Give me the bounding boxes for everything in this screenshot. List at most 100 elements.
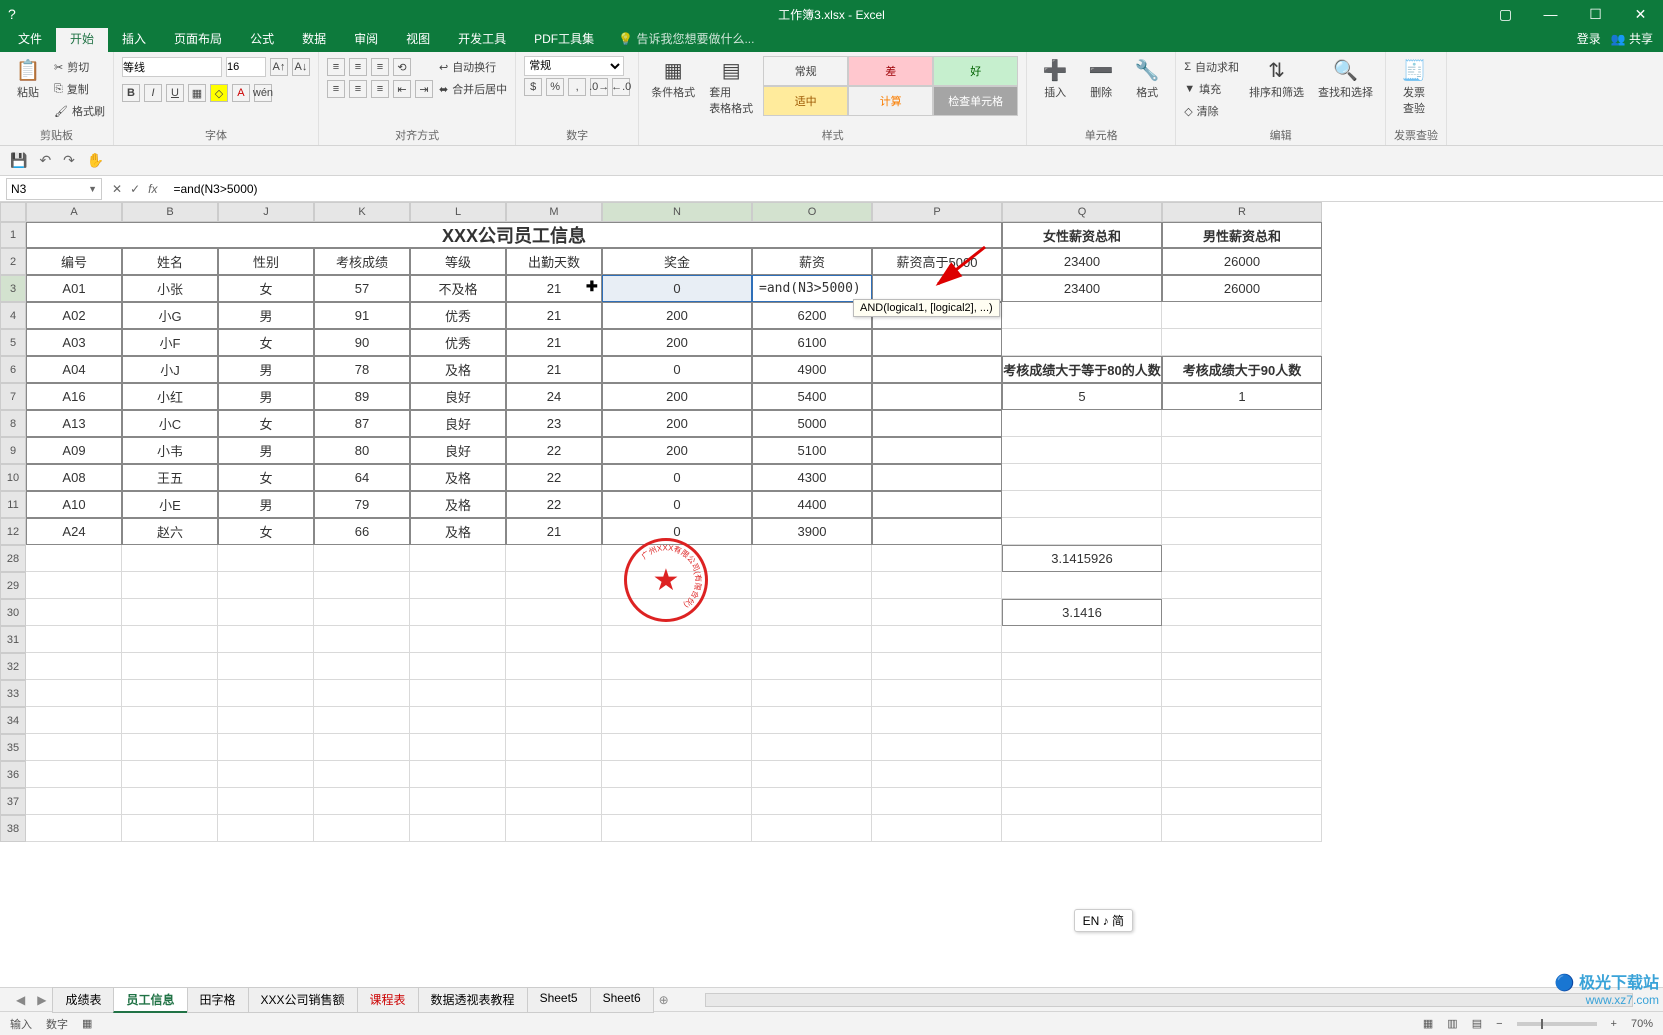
row-header-5[interactable]: 5 [0, 329, 26, 356]
horizontal-scrollbar[interactable] [705, 993, 1633, 1007]
cell-A4[interactable]: A02 [26, 302, 122, 329]
cell-P36[interactable] [872, 761, 1002, 788]
italic-icon[interactable]: I [144, 84, 162, 102]
zoom-level[interactable]: 70% [1631, 1018, 1653, 1030]
style-normal[interactable]: 常规 [763, 56, 848, 86]
border-icon[interactable]: ▦ [188, 84, 206, 102]
cell-J7[interactable]: 男 [218, 383, 314, 410]
indent-left-icon[interactable]: ⇤ [393, 80, 411, 98]
cell-L35[interactable] [410, 734, 506, 761]
cell-L2[interactable]: 等级 [410, 248, 506, 275]
cell-R34[interactable] [1162, 707, 1322, 734]
align-bottom-icon[interactable]: ≡ [371, 58, 389, 76]
cell-N35[interactable] [602, 734, 752, 761]
cell-O38[interactable] [752, 815, 872, 842]
cell-J34[interactable] [218, 707, 314, 734]
format-cells-button[interactable]: 🔧格式 [1127, 56, 1167, 102]
cell-J35[interactable] [218, 734, 314, 761]
name-box[interactable]: N3▼ [6, 178, 102, 200]
tab-data[interactable]: 数据 [288, 25, 340, 52]
cell-P33[interactable] [872, 680, 1002, 707]
cell-N33[interactable] [602, 680, 752, 707]
cell-K4[interactable]: 91 [314, 302, 410, 329]
cell-L11[interactable]: 及格 [410, 491, 506, 518]
row-header-35[interactable]: 35 [0, 734, 26, 761]
cell-J29[interactable] [218, 572, 314, 599]
cell-O7[interactable]: 5400 [752, 383, 872, 410]
cell-K7[interactable]: 89 [314, 383, 410, 410]
cell-R4[interactable] [1162, 302, 1322, 329]
inc-decimal-icon[interactable]: .0→ [590, 78, 608, 96]
cell-L33[interactable] [410, 680, 506, 707]
spreadsheet-grid[interactable]: ABJKLMNOPQR1XXX公司员工信息女性薪资总和男性薪资总和2编号姓名性别… [0, 202, 1663, 987]
cell-M37[interactable] [506, 788, 602, 815]
cell-M38[interactable] [506, 815, 602, 842]
cell-N10[interactable]: 0 [602, 464, 752, 491]
cancel-formula-icon[interactable]: ✕ [112, 182, 122, 196]
cell-L4[interactable]: 优秀 [410, 302, 506, 329]
cell-O35[interactable] [752, 734, 872, 761]
cell-K9[interactable]: 80 [314, 437, 410, 464]
cell-J11[interactable]: 男 [218, 491, 314, 518]
align-top-icon[interactable]: ≡ [327, 58, 345, 76]
cell-J28[interactable] [218, 545, 314, 572]
cell-N3[interactable]: 0 [602, 275, 752, 302]
cell-A7[interactable]: A16 [26, 383, 122, 410]
cell-M29[interactable] [506, 572, 602, 599]
row-header-9[interactable]: 9 [0, 437, 26, 464]
sheet-tab-4[interactable]: 课程表 [357, 987, 419, 1013]
cell-B3[interactable]: 小张 [122, 275, 218, 302]
cell-P32[interactable] [872, 653, 1002, 680]
cell-L10[interactable]: 及格 [410, 464, 506, 491]
cell-N2[interactable]: 奖金 [602, 248, 752, 275]
cell-R32[interactable] [1162, 653, 1322, 680]
cell-N38[interactable] [602, 815, 752, 842]
copy-button[interactable]: ⎘ 复制 [54, 78, 105, 100]
percent-icon[interactable]: % [546, 78, 564, 96]
cell-J3[interactable]: 女 [218, 275, 314, 302]
cell-P12[interactable] [872, 518, 1002, 545]
login-link[interactable]: 登录 [1577, 30, 1601, 47]
row-header-8[interactable]: 8 [0, 410, 26, 437]
cell-J6[interactable]: 男 [218, 356, 314, 383]
align-left-icon[interactable]: ≡ [327, 80, 345, 98]
cell-O32[interactable] [752, 653, 872, 680]
cell-M35[interactable] [506, 734, 602, 761]
cell-P5[interactable] [872, 329, 1002, 356]
view-layout-icon[interactable]: ▥ [1447, 1017, 1457, 1030]
cell-Q31[interactable] [1002, 626, 1162, 653]
cell-R38[interactable] [1162, 815, 1322, 842]
sheet-tab-6[interactable]: Sheet5 [527, 987, 591, 1013]
col-header-L[interactable]: L [410, 202, 506, 222]
row-header-33[interactable]: 33 [0, 680, 26, 707]
cell-P10[interactable] [872, 464, 1002, 491]
autosum-button[interactable]: Σ 自动求和 [1184, 56, 1239, 78]
cell-R9[interactable] [1162, 437, 1322, 464]
col-header-O[interactable]: O [752, 202, 872, 222]
row-header-2[interactable]: 2 [0, 248, 26, 275]
cell-L7[interactable]: 良好 [410, 383, 506, 410]
cell-O3[interactable]: =and(N3>5000) [752, 275, 872, 302]
cell-P35[interactable] [872, 734, 1002, 761]
cell-A3[interactable]: A01 [26, 275, 122, 302]
cell-R10[interactable] [1162, 464, 1322, 491]
zoom-in-icon[interactable]: + [1611, 1018, 1617, 1030]
col-header-M[interactable]: M [506, 202, 602, 222]
cell-Q38[interactable] [1002, 815, 1162, 842]
cell-B12[interactable]: 赵六 [122, 518, 218, 545]
cell-K38[interactable] [314, 815, 410, 842]
cell-M28[interactable] [506, 545, 602, 572]
ribbon-display-options[interactable]: ▢ [1483, 0, 1528, 28]
cell-M4[interactable]: 21 [506, 302, 602, 329]
cell-B5[interactable]: 小F [122, 329, 218, 356]
cell-R28[interactable] [1162, 545, 1322, 572]
cell-B35[interactable] [122, 734, 218, 761]
cell-J33[interactable] [218, 680, 314, 707]
cell-B29[interactable] [122, 572, 218, 599]
cell-N11[interactable]: 0 [602, 491, 752, 518]
cell-O9[interactable]: 5100 [752, 437, 872, 464]
underline-icon[interactable]: U [166, 84, 184, 102]
sheet-nav-next-icon[interactable]: ▶ [31, 993, 52, 1007]
tab-home[interactable]: 开始 [56, 25, 108, 52]
close-button[interactable]: ✕ [1618, 0, 1663, 28]
